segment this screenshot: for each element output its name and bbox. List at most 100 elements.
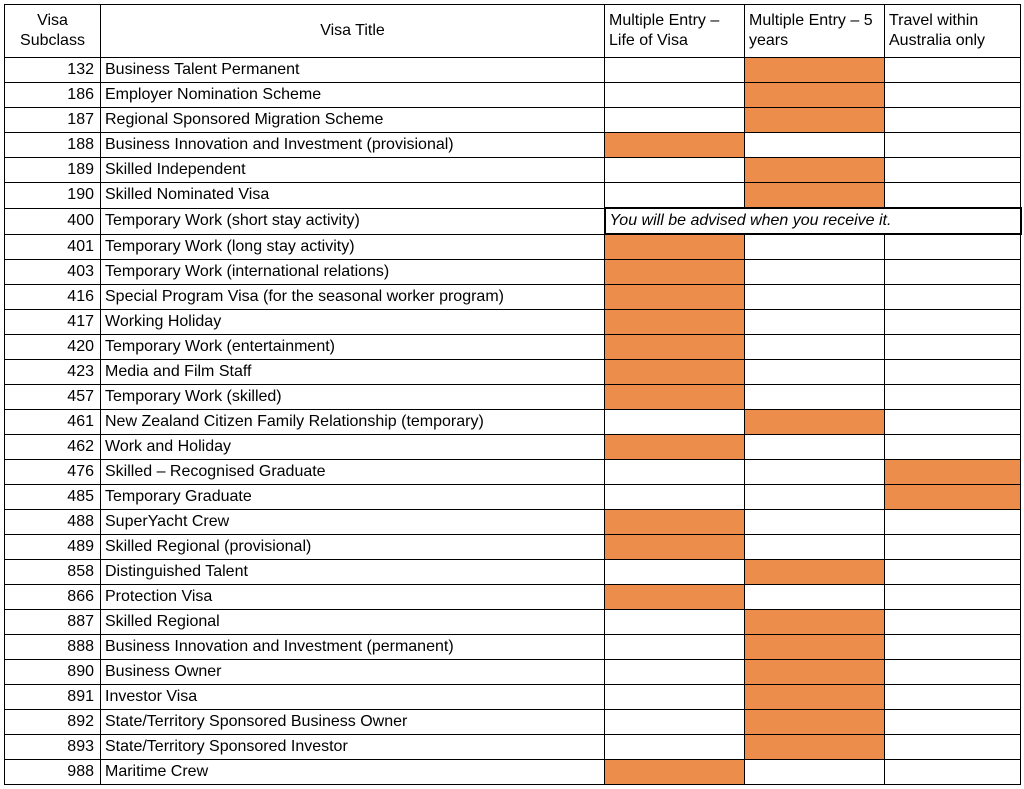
cell-subclass: 461 <box>5 410 101 435</box>
cell-five <box>745 310 885 335</box>
cell-subclass: 423 <box>5 360 101 385</box>
cell-life <box>605 685 745 710</box>
cell-life <box>605 585 745 610</box>
cell-five <box>745 410 885 435</box>
cell-title: State/Territory Sponsored Business Owner <box>101 710 605 735</box>
cell-title: Business Innovation and Investment (prov… <box>101 133 605 158</box>
table-row: 186Employer Nomination Scheme <box>5 83 1021 108</box>
cell-aus <box>885 108 1021 133</box>
cell-title: Skilled Regional (provisional) <box>101 535 605 560</box>
col-header-aus: Travel within Australia only <box>885 5 1021 58</box>
table-row: 190Skilled Nominated Visa <box>5 183 1021 209</box>
cell-subclass: 988 <box>5 760 101 785</box>
cell-aus <box>885 635 1021 660</box>
table-row: 417Working Holiday <box>5 310 1021 335</box>
cell-life <box>605 385 745 410</box>
cell-five <box>745 58 885 83</box>
cell-title: Skilled – Recognised Graduate <box>101 460 605 485</box>
cell-title: Skilled Independent <box>101 158 605 183</box>
cell-title: Employer Nomination Scheme <box>101 83 605 108</box>
cell-subclass: 403 <box>5 260 101 285</box>
cell-subclass: 890 <box>5 660 101 685</box>
cell-five <box>745 435 885 460</box>
cell-title: Working Holiday <box>101 310 605 335</box>
table-row: 188Business Innovation and Investment (p… <box>5 133 1021 158</box>
table-row: 187Regional Sponsored Migration Scheme <box>5 108 1021 133</box>
cell-five <box>745 560 885 585</box>
cell-aus <box>885 285 1021 310</box>
cell-five <box>745 635 885 660</box>
table-row: 401Temporary Work (long stay activity) <box>5 234 1021 260</box>
cell-life <box>605 660 745 685</box>
table-row: 420Temporary Work (entertainment) <box>5 335 1021 360</box>
cell-title: Special Program Visa (for the seasonal w… <box>101 285 605 310</box>
cell-subclass: 189 <box>5 158 101 183</box>
table-row: 461New Zealand Citizen Family Relationsh… <box>5 410 1021 435</box>
cell-five <box>745 183 885 209</box>
table-header-row: Visa Subclass Visa Title Multiple Entry … <box>5 5 1021 58</box>
cell-five <box>745 535 885 560</box>
cell-aus <box>885 360 1021 385</box>
cell-five <box>745 385 885 410</box>
cell-aus <box>885 83 1021 108</box>
cell-aus <box>885 183 1021 209</box>
cell-five <box>745 735 885 760</box>
cell-title: Temporary Work (international relations) <box>101 260 605 285</box>
table-row: 892State/Territory Sponsored Business Ow… <box>5 710 1021 735</box>
cell-subclass: 400 <box>5 208 101 234</box>
cell-five <box>745 610 885 635</box>
cell-aus <box>885 260 1021 285</box>
cell-subclass: 187 <box>5 108 101 133</box>
cell-aus <box>885 535 1021 560</box>
cell-title: Protection Visa <box>101 585 605 610</box>
cell-aus <box>885 585 1021 610</box>
table-row: 189Skilled Independent <box>5 158 1021 183</box>
cell-subclass: 457 <box>5 385 101 410</box>
cell-title: Business Owner <box>101 660 605 685</box>
cell-life <box>605 735 745 760</box>
table-row: 132Business Talent Permanent <box>5 58 1021 83</box>
cell-title: Regional Sponsored Migration Scheme <box>101 108 605 133</box>
cell-title: Temporary Work (long stay activity) <box>101 234 605 260</box>
cell-life <box>605 58 745 83</box>
cell-title: Temporary Work (entertainment) <box>101 335 605 360</box>
cell-aus <box>885 310 1021 335</box>
table-row: 858Distinguished Talent <box>5 560 1021 585</box>
cell-life <box>605 635 745 660</box>
cell-life <box>605 158 745 183</box>
cell-life <box>605 560 745 585</box>
cell-subclass: 893 <box>5 735 101 760</box>
col-header-life: Multiple Entry – Life of Visa <box>605 5 745 58</box>
cell-aus <box>885 460 1021 485</box>
cell-life <box>605 310 745 335</box>
cell-five <box>745 585 885 610</box>
cell-subclass: 401 <box>5 234 101 260</box>
cell-title: Temporary Graduate <box>101 485 605 510</box>
table-row: 888Business Innovation and Investment (p… <box>5 635 1021 660</box>
cell-aus <box>885 560 1021 585</box>
cell-life <box>605 760 745 785</box>
cell-title: Business Innovation and Investment (perm… <box>101 635 605 660</box>
cell-life <box>605 234 745 260</box>
cell-title: State/Territory Sponsored Investor <box>101 735 605 760</box>
cell-subclass: 892 <box>5 710 101 735</box>
cell-five <box>745 285 885 310</box>
cell-five <box>745 360 885 385</box>
cell-title: Work and Holiday <box>101 435 605 460</box>
cell-life <box>605 360 745 385</box>
cell-aus <box>885 685 1021 710</box>
cell-aus <box>885 760 1021 785</box>
table-row: 457Temporary Work (skilled) <box>5 385 1021 410</box>
cell-title: Media and Film Staff <box>101 360 605 385</box>
cell-title: Skilled Regional <box>101 610 605 635</box>
cell-aus <box>885 410 1021 435</box>
cell-life <box>605 335 745 360</box>
cell-aus <box>885 510 1021 535</box>
col-header-title: Visa Title <box>101 5 605 58</box>
cell-life <box>605 460 745 485</box>
table-row: 416Special Program Visa (for the seasona… <box>5 285 1021 310</box>
cell-life <box>605 510 745 535</box>
cell-subclass: 420 <box>5 335 101 360</box>
cell-aus <box>885 485 1021 510</box>
cell-subclass: 132 <box>5 58 101 83</box>
